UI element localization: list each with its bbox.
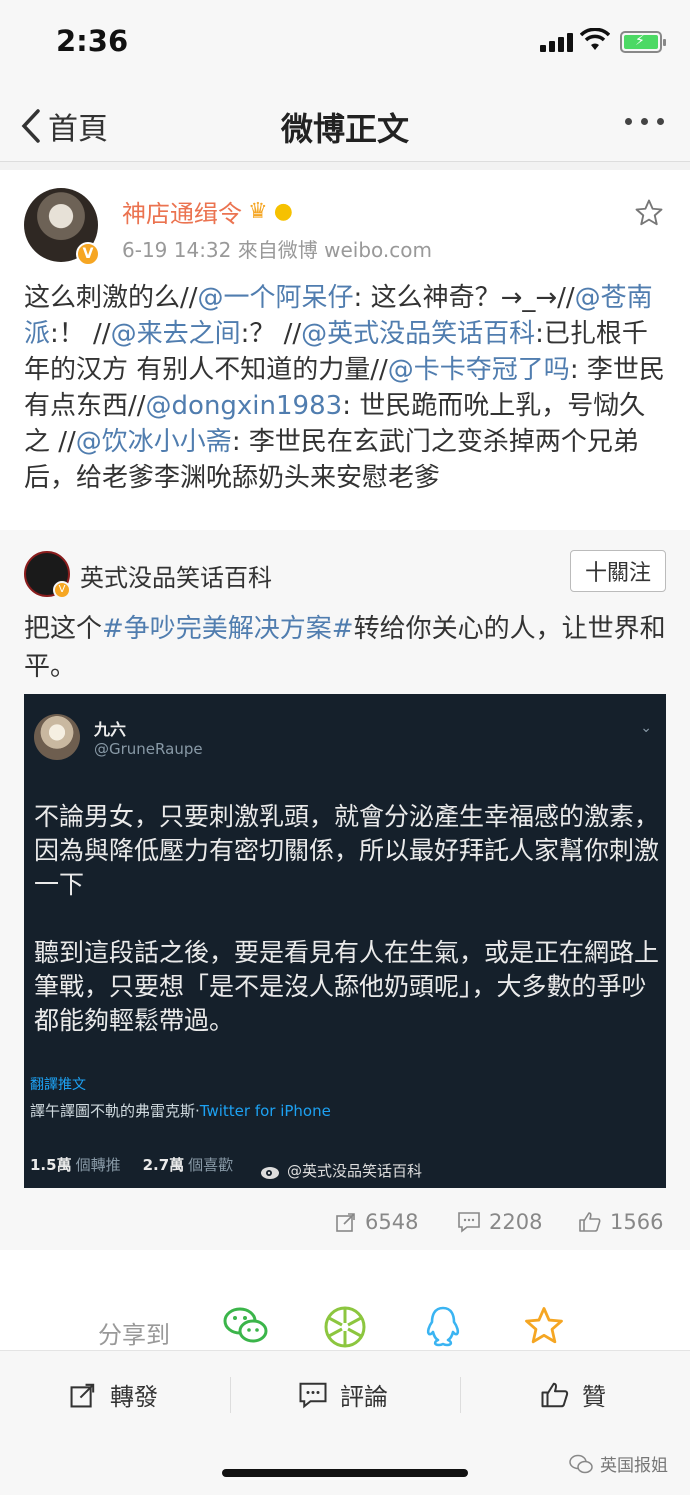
retweet-comment-count[interactable]: 2208 (457, 1210, 542, 1234)
home-indicator[interactable] (222, 1469, 468, 1477)
tweet-source-prefix: 譯午譯圖不軌的弗雷克斯· (30, 1102, 200, 1120)
repost-button[interactable]: 轉發 (68, 1377, 158, 1412)
post-text-segment: :！ // (50, 319, 111, 349)
follow-button[interactable]: 十關注 (569, 550, 666, 592)
mention-link[interactable]: @英式没品笑话百科 (301, 319, 535, 349)
tweet-screenshot-image[interactable]: 九六 @GruneRaupe ⌄ 不論男女，只要刺激乳頭，就會分泌產生幸福感的激… (24, 694, 666, 1188)
status-bar: 2:36 ⚡ (0, 0, 690, 84)
tweet-source: 譯午譯圖不軌的弗雷克斯·Twitter for iPhone (30, 1100, 331, 1121)
tweet-retweets-label: 個轉推 (75, 1156, 121, 1174)
qq-icon[interactable] (424, 1305, 462, 1349)
thumbs-up-icon (541, 1382, 569, 1407)
comment-button[interactable]: 評論 (298, 1377, 388, 1412)
chevron-down-icon: ⌄ (640, 720, 652, 736)
repost-icon (70, 1383, 95, 1407)
more-options-icon[interactable] (625, 118, 664, 125)
weibo-watermark-text: @英式没品笑话百科 (287, 1162, 423, 1180)
battery-icon: ⚡ (620, 31, 666, 53)
thumbs-up-icon (579, 1212, 601, 1232)
tweet-retweets-count: 1.5萬 (30, 1156, 72, 1174)
status-time: 2:36 (56, 24, 129, 58)
share-label: 分享到 (98, 1321, 170, 1349)
post-text-segment: 这么刺激的么// (24, 283, 198, 313)
verified-badge-icon: V (53, 581, 71, 599)
favorite-star-icon[interactable] (634, 198, 664, 228)
retweeted-post[interactable]: V 英式没品笑话百科 十關注 把这个#争吵完美解决方案#转给你关心的人，让世界和… (0, 530, 690, 1250)
tweet-source-client: Twitter for iPhone (199, 1102, 331, 1120)
weibo-post: V 神店通缉令 ♛ ● 6-19 14:32 來自微博 weibo.com 这么… (0, 170, 690, 530)
tweet-paragraph: 不論男女，只要刺激乳頭，就會分泌產生幸福感的激素，因為與降低壓力有密切關係，所以… (34, 802, 660, 899)
tweet-body: 不論男女，只要刺激乳頭，就會分泌產生幸福感的激素，因為與降低壓力有密切關係，所以… (34, 800, 659, 1072)
share-row: 分享到 (0, 1250, 690, 1350)
tweet-translate: 翻譯推文 (30, 1077, 86, 1093)
mention-link[interactable]: @来去之间 (111, 319, 241, 349)
crown-icon: ♛ (248, 198, 268, 224)
hashtag-link[interactable]: #争吵完美解决方案# (102, 614, 354, 644)
like-button[interactable]: 贊 (540, 1377, 606, 1412)
mention-link[interactable]: @卡卡夺冠了吗 (388, 355, 570, 385)
retweet-repost-count[interactable]: 6548 (335, 1210, 418, 1234)
retweet-text: 把这个#争吵完美解决方案#转给你关心的人，让世界和平。 (24, 610, 666, 686)
like-label: 贊 (582, 1383, 606, 1411)
moments-icon[interactable] (323, 1305, 367, 1349)
favorite-icon[interactable] (522, 1305, 566, 1347)
tweet-stats: 1.5萬 個轉推 2.7萬 個喜歡 (30, 1154, 233, 1175)
post-text-segment: :？ // (240, 319, 302, 349)
wifi-icon (580, 28, 610, 50)
verified-badge-icon: V (76, 242, 100, 266)
mention-link[interactable]: @饮冰小小斋 (76, 427, 232, 457)
post-meta: 6-19 14:32 來自微博 weibo.com (122, 238, 432, 262)
retweet-repost-number: 6548 (365, 1210, 419, 1234)
mention-link[interactable]: @dongxin1983 (146, 391, 343, 421)
retweet-author-name[interactable]: 英式没品笑话百科 (80, 558, 272, 593)
toolbar-divider (230, 1377, 231, 1413)
comment-label: 評論 (340, 1383, 388, 1411)
post-text: 这么刺激的么//@一个阿呆仔: 这么神奇？→_→//@苍南派:！ //@来去之间… (24, 280, 666, 496)
follow-label: 十關注 (584, 561, 651, 586)
tweet-retweets: 1.5萬 個轉推 (30, 1154, 121, 1175)
mention-link[interactable]: @一个阿呆仔 (198, 283, 354, 313)
cellular-signal-icon (540, 32, 573, 52)
bottom-toolbar: 轉發 評論 贊 英国报姐 (0, 1350, 690, 1495)
retweet-like-number: 1566 (610, 1210, 664, 1234)
retweet-text-before: 把这个 (24, 614, 103, 644)
page-title: 微博正文 (280, 110, 409, 148)
author-name: 神店通缉令 (122, 200, 242, 228)
retweet-actions: 6548 2208 1566 (0, 1206, 690, 1246)
wechat-icon (569, 1454, 593, 1473)
repost-icon (336, 1213, 355, 1232)
tweet-likes-count: 2.7萬 (142, 1156, 185, 1174)
tweet-likes: 2.7萬 個喜歡 (143, 1154, 234, 1175)
tweet-name: 九六 (94, 720, 127, 739)
nav-bar: 首頁 微博正文 (0, 84, 690, 162)
comment-icon (299, 1382, 327, 1408)
toolbar-divider (460, 1377, 461, 1413)
retweet-comment-number: 2208 (489, 1210, 543, 1234)
tweet-avatar (34, 714, 80, 760)
account-watermark-text: 英国报姐 (600, 1456, 668, 1476)
account-watermark: 英国报姐 (568, 1451, 668, 1476)
wechat-icon[interactable] (222, 1305, 270, 1347)
retweet-like-count[interactable]: 1566 (578, 1210, 663, 1234)
tweet-handle: @GruneRaupe (94, 740, 203, 758)
weibo-logo-icon (261, 1166, 279, 1179)
post-text-segment: : 这么神奇？→_→// (353, 283, 575, 313)
repost-label: 轉發 (110, 1383, 158, 1411)
tweet-likes-label: 個喜歡 (188, 1156, 234, 1174)
duck-icon: ● (273, 198, 293, 224)
tweet-paragraph: 聽到這段話之後，要是看見有人在生氣，或是正在網路上筆戰，只要想「是不是沒人舔他奶… (34, 938, 660, 1035)
post-author[interactable]: 神店通缉令 ♛ ● (122, 194, 293, 229)
weibo-watermark: @英式没品笑话百科 (260, 1160, 422, 1181)
comment-icon (458, 1212, 480, 1233)
